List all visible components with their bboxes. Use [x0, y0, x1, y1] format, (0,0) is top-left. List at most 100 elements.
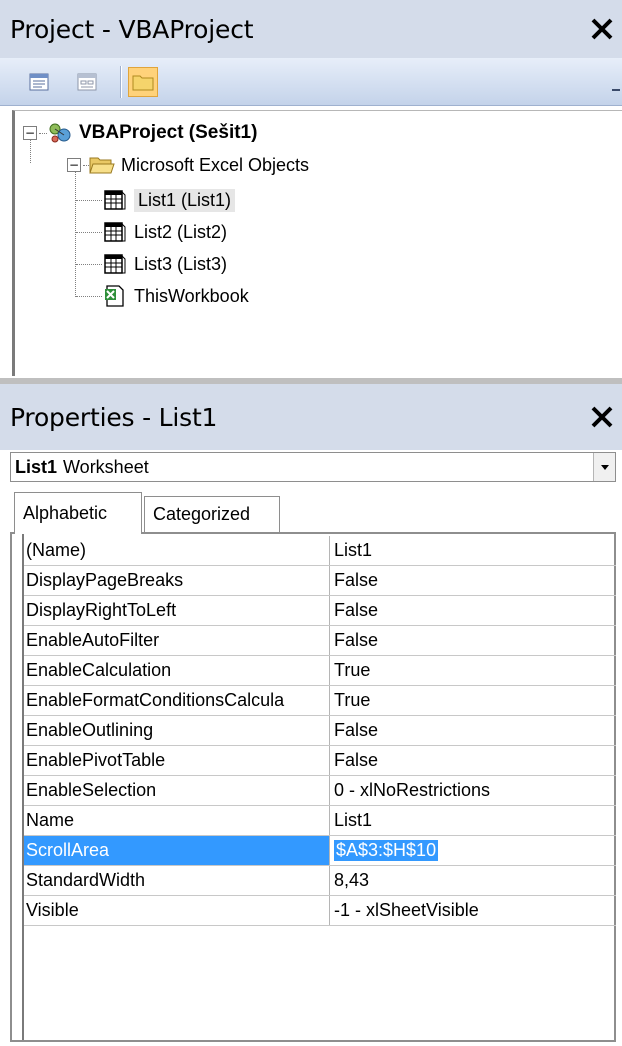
tree-item-label: List2 (List2) — [134, 221, 228, 242]
property-value-text: False — [334, 750, 379, 770]
view-code-button[interactable] — [24, 67, 54, 97]
properties-tabs: Alphabetic Categorized — [10, 490, 616, 534]
property-name: EnableOutlining — [24, 716, 330, 745]
property-value[interactable]: 0 - xlNoRestrictions — [330, 776, 616, 805]
property-row[interactable]: DisplayPageBreaks False — [24, 566, 616, 596]
worksheet-icon — [102, 188, 128, 212]
project-toolbar — [0, 58, 622, 106]
property-value-text: 0 - xlNoRestrictions — [334, 780, 491, 800]
property-name: Name — [24, 806, 330, 835]
property-name: DisplayRightToLeft — [24, 596, 330, 625]
project-explorer-titlebar: Project - VBAProject — [0, 0, 622, 58]
tree-item-label: List3 (List3) — [134, 253, 228, 274]
properties-titlebar: Properties - List1 — [0, 384, 622, 450]
properties-close-button[interactable] — [582, 384, 622, 450]
tree-connector — [76, 263, 102, 265]
project-close-button[interactable] — [582, 0, 622, 58]
toolbar-overflow-button[interactable] — [610, 66, 622, 98]
tree-connector — [76, 295, 102, 297]
property-row[interactable]: EnableCalculation True — [24, 656, 616, 686]
close-icon — [591, 18, 613, 40]
tree-node-project[interactable]: − VBAProject (Sešit1) — [23, 118, 257, 148]
workbook-icon — [102, 284, 128, 308]
property-name: Visible — [24, 896, 330, 925]
properties-grid-frame: (Name) List1 DisplayPageBreaks False Displ… — [10, 532, 616, 1042]
property-value[interactable]: True — [330, 656, 616, 685]
property-value[interactable]: False — [330, 596, 616, 625]
property-value-text: False — [334, 570, 379, 590]
tree-node-list2[interactable]: List2 (List2) — [76, 217, 227, 247]
property-value-text: True — [334, 690, 371, 710]
tree-item-label: ThisWorkbook — [134, 285, 249, 306]
property-value[interactable]: List1 — [330, 536, 616, 565]
property-name: EnableAutoFilter — [24, 626, 330, 655]
property-row[interactable]: EnableFormatConditionsCalcula True — [24, 686, 616, 716]
property-value-text: -1 - xlSheetVisible — [334, 900, 479, 920]
property-row[interactable]: Visible -1 - xlSheetVisible — [24, 896, 616, 926]
project-explorer-title: Project - VBAProject — [10, 14, 254, 44]
property-name: EnablePivotTable — [24, 746, 330, 775]
worksheet-icon — [102, 252, 128, 276]
chevron-down-icon — [600, 465, 609, 470]
property-row[interactable]: EnablePivotTable False — [24, 746, 616, 776]
toggle-folders-button[interactable] — [128, 67, 158, 97]
property-value-text: $A$3:$H$10 — [334, 840, 439, 861]
property-name: EnableSelection — [24, 776, 330, 805]
property-name: DisplayPageBreaks — [24, 566, 330, 595]
collapse-project-toggle[interactable]: − — [23, 126, 37, 140]
property-name: EnableFormatConditionsCalcula — [24, 686, 330, 715]
tree-node-excel-objects[interactable]: − Microsoft Excel Objects — [67, 150, 309, 180]
tree-node-list1[interactable]: List1 (List1) — [76, 185, 236, 215]
property-row[interactable]: EnableAutoFilter False — [24, 626, 616, 656]
property-name: EnableCalculation — [24, 656, 330, 685]
tree-node-thisworkbook[interactable]: ThisWorkbook — [76, 281, 249, 311]
properties-title: Properties - List1 — [10, 402, 218, 432]
tree-connector — [76, 231, 102, 233]
tab-label: Categorized — [153, 504, 251, 524]
tab-categorized[interactable]: Categorized — [144, 496, 280, 532]
property-value[interactable]: True — [330, 686, 616, 715]
property-value[interactable]: 8,43 — [330, 866, 616, 895]
property-row-selected[interactable]: ScrollArea $A$3:$H$10 — [24, 836, 616, 866]
tree-connector — [76, 199, 102, 201]
object-name: List1 — [15, 456, 58, 477]
property-value[interactable]: False — [330, 716, 616, 745]
property-row[interactable]: StandardWidth 8,43 — [24, 866, 616, 896]
property-value-text: 8,43 — [334, 870, 370, 890]
folder-icon — [132, 75, 154, 91]
property-row[interactable]: (Name) List1 — [24, 536, 616, 566]
property-value[interactable]: List1 — [330, 806, 616, 835]
property-value-text: False — [334, 630, 379, 650]
property-value[interactable]: -1 - xlSheetVisible — [330, 896, 616, 925]
tree-node-list3[interactable]: List3 (List3) — [76, 249, 227, 279]
view-object-button[interactable] — [72, 67, 102, 97]
property-name: StandardWidth — [24, 866, 330, 895]
property-value-text: List1 — [334, 540, 373, 560]
chevron-down-icon — [612, 89, 620, 91]
property-value-text: False — [334, 600, 379, 620]
form-view-icon — [77, 73, 97, 91]
tab-alphabetic[interactable]: Alphabetic — [14, 492, 142, 534]
worksheet-icon — [102, 220, 128, 244]
properties-grid: (Name) List1 DisplayPageBreaks False Displ… — [24, 536, 616, 926]
property-value[interactable]: False — [330, 746, 616, 775]
code-view-icon — [29, 73, 49, 91]
property-value[interactable]: False — [330, 566, 616, 595]
dropdown-arrow-button[interactable] — [593, 453, 615, 481]
property-row[interactable]: EnableOutlining False — [24, 716, 616, 746]
project-tree: − VBAProject (Sešit1) − Microsoft Excel … — [12, 110, 622, 376]
object-selector-dropdown[interactable]: List1 Worksheet — [10, 452, 616, 482]
vba-project-icon — [47, 121, 73, 145]
property-name: ScrollArea — [24, 836, 330, 865]
property-name: (Name) — [24, 536, 330, 565]
property-row[interactable]: EnableSelection 0 - xlNoRestrictions — [24, 776, 616, 806]
property-row[interactable]: Name List1 — [24, 806, 616, 836]
property-value-input[interactable]: $A$3:$H$10 — [330, 836, 616, 865]
collapse-folder-toggle[interactable]: − — [67, 158, 81, 172]
property-value[interactable]: False — [330, 626, 616, 655]
tab-label: Alphabetic — [23, 503, 108, 523]
property-value-text: True — [334, 660, 371, 680]
open-folder-icon — [89, 153, 115, 177]
object-type: Worksheet — [63, 456, 149, 477]
property-row[interactable]: DisplayRightToLeft False — [24, 596, 616, 626]
